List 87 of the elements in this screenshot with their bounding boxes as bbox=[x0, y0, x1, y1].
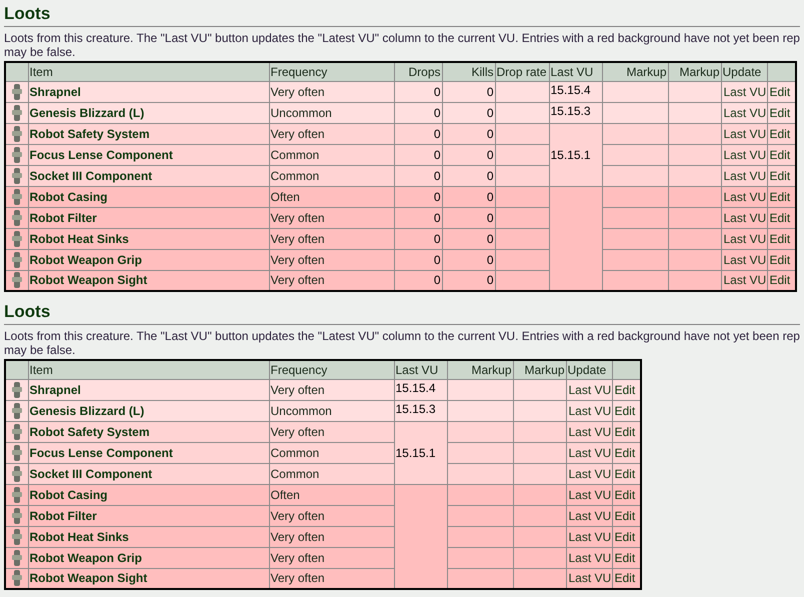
frequency-cell: Common bbox=[269, 463, 394, 484]
item-name-cell: Genesis Blizzard (L) bbox=[28, 102, 269, 123]
kills-cell: 0 bbox=[442, 165, 495, 186]
kills-cell: 0 bbox=[442, 207, 495, 228]
column-header: Last VU bbox=[394, 360, 447, 379]
frequency-cell: Very often bbox=[269, 207, 394, 228]
description-text: Loots from this creature. The "Last VU" button updates the "Latest VU" column to the current VU. Entries with a red background have not yet been rep bbox=[4, 31, 800, 45]
column-header: Frequency bbox=[269, 62, 394, 81]
drops-cell: 0 bbox=[394, 81, 442, 102]
frequency-cell: Common bbox=[269, 442, 394, 463]
item-name-cell: Robot Heat Sinks bbox=[28, 228, 269, 249]
frequency-cell: Uncommon bbox=[269, 400, 394, 421]
description-text: Loots from this creature. The "Last VU" button updates the "Latest VU" column to the current VU. Entries with a red background have not yet been rep bbox=[4, 329, 800, 343]
kills-cell: 0 bbox=[442, 228, 495, 249]
drops-cell: 0 bbox=[394, 270, 442, 291]
frequency-cell: Very often bbox=[269, 81, 394, 102]
kills-cell: 0 bbox=[442, 123, 495, 144]
column-header: Update bbox=[721, 62, 767, 81]
drops-cell: 0 bbox=[394, 165, 442, 186]
column-header: Item bbox=[28, 62, 269, 81]
item-name-cell: Robot Filter bbox=[28, 207, 269, 228]
last-vu-cell: 15.15.1 bbox=[549, 123, 602, 186]
column-header: Kills bbox=[442, 62, 495, 81]
frequency-cell: Very often bbox=[269, 505, 394, 526]
description-text: may be false. bbox=[4, 343, 76, 357]
description-text: may be false. bbox=[4, 45, 76, 59]
last-vu-cell: 15.15.4 bbox=[394, 379, 447, 400]
frequency-cell: Common bbox=[269, 165, 394, 186]
drops-cell: 0 bbox=[394, 186, 442, 207]
column-header: Last VU bbox=[549, 62, 602, 81]
item-name-cell: Robot Filter bbox=[28, 505, 269, 526]
column-header: Item bbox=[28, 360, 269, 379]
drops-cell: 0 bbox=[394, 102, 442, 123]
column-header: Frequency bbox=[269, 360, 394, 379]
kills-cell: 0 bbox=[442, 102, 495, 123]
frequency-cell: Very often bbox=[269, 228, 394, 249]
column-header: Drops bbox=[394, 62, 442, 81]
frequency-cell: Very often bbox=[269, 547, 394, 568]
frequency-cell: Uncommon bbox=[269, 102, 394, 123]
last-vu-cell: 15.15.3 bbox=[394, 400, 447, 421]
item-name-cell: Socket III Component bbox=[28, 165, 269, 186]
item-name-cell: Robot Weapon Sight bbox=[28, 270, 269, 291]
kills-cell: 0 bbox=[442, 186, 495, 207]
item-name-cell: Robot Weapon Sight bbox=[28, 568, 269, 589]
item-name-cell: Shrapnel bbox=[28, 81, 269, 102]
frequency-cell: Very often bbox=[269, 270, 394, 291]
item-name-cell: Robot Safety System bbox=[28, 123, 269, 144]
frequency-cell: Often bbox=[269, 484, 394, 505]
frequency-cell: Common bbox=[269, 144, 394, 165]
drops-cell: 0 bbox=[394, 249, 442, 270]
frequency-cell: Very often bbox=[269, 421, 394, 442]
kills-cell: 0 bbox=[442, 81, 495, 102]
frequency-cell: Very often bbox=[269, 123, 394, 144]
item-name-cell: Robot Heat Sinks bbox=[28, 526, 269, 547]
column-header: Drop rate bbox=[495, 62, 549, 81]
kills-cell: 0 bbox=[442, 249, 495, 270]
drops-cell: 0 bbox=[394, 123, 442, 144]
column-header: Markup bbox=[513, 360, 566, 379]
frequency-cell: Very often bbox=[269, 379, 394, 400]
item-name-cell: Robot Weapon Grip bbox=[28, 249, 269, 270]
last-vu-cell: 15.15.3 bbox=[549, 102, 602, 123]
column-header: Markup bbox=[668, 62, 721, 81]
item-name-cell: Genesis Blizzard (L) bbox=[28, 400, 269, 421]
last-vu-cell: 15.15.1 bbox=[394, 421, 447, 484]
drops-cell: 0 bbox=[394, 207, 442, 228]
item-name-cell: Focus Lense Component bbox=[28, 144, 269, 165]
column-header: Update bbox=[566, 360, 612, 379]
last-vu-cell: 15.15.4 bbox=[549, 81, 602, 102]
item-name-cell: Focus Lense Component bbox=[28, 442, 269, 463]
kills-cell: 0 bbox=[442, 270, 495, 291]
item-name-cell: Socket III Component bbox=[28, 463, 269, 484]
drops-cell: 0 bbox=[394, 144, 442, 165]
column-header: Markup bbox=[602, 62, 668, 81]
column-header: Markup bbox=[447, 360, 513, 379]
item-name-cell: Shrapnel bbox=[28, 379, 269, 400]
frequency-cell: Very often bbox=[269, 249, 394, 270]
item-name-cell: Robot Casing bbox=[28, 484, 269, 505]
item-name-cell: Robot Safety System bbox=[28, 421, 269, 442]
drops-cell: 0 bbox=[394, 228, 442, 249]
item-name-cell: Robot Weapon Grip bbox=[28, 547, 269, 568]
kills-cell: 0 bbox=[442, 144, 495, 165]
frequency-cell: Very often bbox=[269, 526, 394, 547]
item-name-cell: Robot Casing bbox=[28, 186, 269, 207]
section-heading: Loots bbox=[4, 4, 52, 24]
frequency-cell: Often bbox=[269, 186, 394, 207]
frequency-cell: Very often bbox=[269, 568, 394, 589]
section-heading: Loots bbox=[4, 302, 52, 322]
